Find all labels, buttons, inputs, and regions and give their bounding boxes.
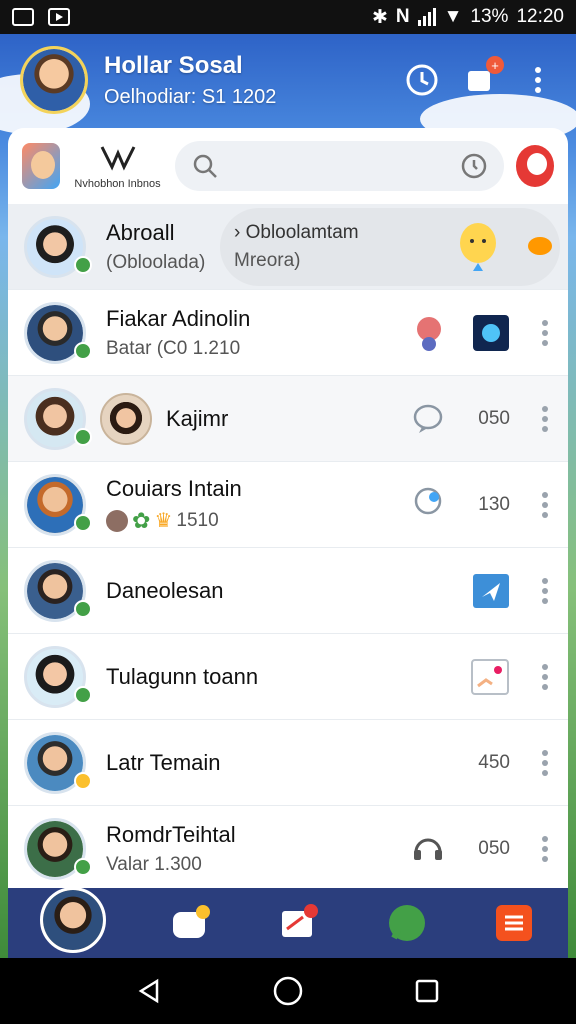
contact-name: RomdrTeihtal bbox=[106, 821, 236, 847]
contact-sub: Batar (C0 1.210 bbox=[106, 337, 241, 359]
online-indicator bbox=[74, 514, 92, 532]
list-item[interactable]: Couiars Intain ✿ ♛ 1510 130 bbox=[8, 462, 568, 548]
notifications-button[interactable]: + bbox=[462, 56, 504, 98]
menu-icon bbox=[496, 905, 533, 941]
more-menu-button[interactable] bbox=[520, 62, 556, 98]
list-item[interactable]: RomdrTeihtal Valar 1.300 050 bbox=[8, 806, 568, 888]
app-tile-icon[interactable] bbox=[22, 143, 61, 189]
send-icon bbox=[473, 573, 509, 608]
contact-list: Abroall (Obloolada) › Obloolamtam Mreora… bbox=[8, 204, 568, 888]
away-indicator bbox=[74, 772, 92, 790]
sticker-icon bbox=[471, 658, 509, 695]
crown-icon: ♛ bbox=[154, 510, 173, 532]
clover-icon: ✿ bbox=[132, 507, 151, 533]
more-vert-icon[interactable] bbox=[536, 405, 554, 432]
gallery-icon bbox=[12, 8, 34, 26]
list-item[interactable]: Latr Temain 450 bbox=[8, 720, 568, 806]
wifi-icon: ▼ bbox=[443, 6, 463, 27]
play-icon bbox=[48, 8, 70, 26]
online-indicator bbox=[74, 256, 92, 274]
list-item[interactable]: Fiakar Adinolin Batar (C0 1.210 bbox=[8, 290, 568, 376]
my-avatar[interactable] bbox=[20, 46, 88, 114]
online-indicator bbox=[74, 428, 92, 446]
nav-messenger-button[interactable] bbox=[385, 901, 429, 945]
more-vert-icon[interactable] bbox=[536, 663, 554, 690]
balloon-icon bbox=[414, 487, 442, 514]
headset-icon bbox=[414, 838, 442, 860]
more-vert-icon[interactable] bbox=[536, 835, 554, 862]
more-vert-icon[interactable] bbox=[536, 491, 554, 518]
battery-level: 13% bbox=[470, 6, 509, 27]
online-indicator bbox=[74, 342, 92, 360]
more-vert-icon bbox=[529, 67, 547, 93]
chat-icon bbox=[173, 905, 211, 938]
nav-chats-button[interactable] bbox=[169, 901, 213, 945]
signal-icon bbox=[417, 8, 436, 26]
more-vert-icon[interactable] bbox=[536, 749, 554, 776]
app-header: Hollar Sosal Oelhodiar: S1 1202 + bbox=[0, 34, 576, 126]
nav-menu-button[interactable] bbox=[492, 901, 536, 945]
bluetooth-icon: ✱ bbox=[371, 6, 388, 28]
preview-text: › Obloolamtam bbox=[234, 222, 359, 243]
list-item[interactable]: Tulagunn toann bbox=[8, 634, 568, 720]
contact-name: Couiars Intain bbox=[106, 475, 242, 501]
system-nav-bar bbox=[0, 958, 576, 1024]
bottom-nav bbox=[8, 887, 568, 958]
mail-icon bbox=[281, 904, 318, 937]
comment-icon bbox=[413, 404, 443, 433]
search-icon bbox=[193, 154, 217, 178]
online-indicator bbox=[74, 686, 92, 704]
contact-sub: Valar 1.300 bbox=[106, 853, 202, 875]
nav-profile-avatar[interactable] bbox=[39, 887, 106, 953]
chat-bubble-icon bbox=[528, 236, 552, 255]
mini-avatar-icon bbox=[106, 509, 128, 532]
contact-name: Tulagunn toann bbox=[106, 663, 259, 689]
contact-name: Daneolesan bbox=[106, 577, 224, 603]
unread-count: 050 bbox=[478, 407, 510, 429]
online-indicator bbox=[74, 600, 92, 618]
game-thumbnail-icon bbox=[473, 314, 509, 351]
secondary-avatar bbox=[100, 392, 152, 445]
voice-icon bbox=[461, 153, 487, 179]
nfc-icon: N bbox=[395, 6, 410, 27]
contact-sub: 1510 bbox=[176, 509, 219, 531]
unread-count: 450 bbox=[478, 751, 510, 773]
notification-badge: + bbox=[486, 56, 504, 74]
whatsapp-icon bbox=[388, 905, 425, 941]
unread-count: 130 bbox=[478, 493, 510, 515]
contact-name: Latr Temain bbox=[106, 749, 221, 775]
contacts-panel: Nvhobhon Inbnos Abroall (Obloolada) › Ob… bbox=[8, 128, 568, 888]
preview-subtext: Mreora) bbox=[234, 250, 301, 271]
brand-glyph-icon bbox=[100, 145, 135, 171]
list-item[interactable]: Daneolesan bbox=[8, 548, 568, 634]
online-indicator bbox=[74, 858, 92, 876]
search-input[interactable] bbox=[228, 156, 450, 176]
app-subtitle: Oelhodiar: S1 1202 bbox=[104, 85, 277, 108]
list-item[interactable]: Kajimr 050 bbox=[8, 376, 568, 462]
status-bar: ✱ N ▼ 13% 12:20 bbox=[0, 0, 576, 34]
more-vert-icon[interactable] bbox=[536, 319, 554, 346]
clock-icon bbox=[406, 64, 438, 96]
list-item[interactable]: Abroall (Obloolada) › Obloolamtam Mreora… bbox=[8, 204, 568, 290]
toolbar: Nvhobhon Inbnos bbox=[8, 128, 568, 204]
brand-logo: Nvhobhon Inbnos bbox=[72, 143, 163, 190]
smiley-balloon-icon bbox=[460, 222, 496, 271]
contact-name: Kajimr bbox=[166, 405, 229, 431]
monkey-icon bbox=[417, 316, 441, 351]
app-title: Hollar Sosal bbox=[104, 51, 243, 79]
recents-icon[interactable] bbox=[413, 977, 441, 1005]
clock: 12:20 bbox=[516, 6, 564, 27]
profile-button[interactable] bbox=[515, 145, 555, 187]
more-vert-icon[interactable] bbox=[536, 577, 554, 604]
history-button[interactable] bbox=[404, 62, 440, 98]
unread-count: 050 bbox=[478, 837, 510, 859]
back-icon[interactable] bbox=[135, 977, 163, 1005]
nav-mail-button[interactable] bbox=[277, 901, 321, 945]
contact-name: Fiakar Adinolin bbox=[106, 305, 251, 331]
home-icon[interactable] bbox=[272, 975, 304, 1007]
search-bar[interactable] bbox=[174, 141, 504, 191]
